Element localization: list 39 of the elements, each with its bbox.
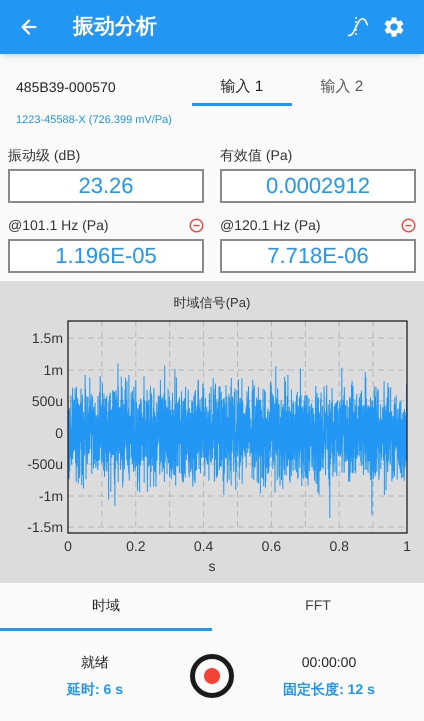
reading-label: @120.1 Hz (Pa) [220, 216, 321, 235]
elapsed-time: 00:00:00 [302, 652, 356, 672]
input-tab[interactable]: 输入 2 [292, 72, 392, 106]
remove-icon[interactable] [189, 218, 204, 233]
x-tick-label: 0 [64, 538, 72, 554]
x-tick-label: 0.2 [126, 538, 146, 554]
x-tick-label: 0.8 [329, 538, 349, 554]
reading-label: @101.1 Hz (Pa) [8, 216, 109, 235]
y-tick-label: 500u [32, 392, 63, 408]
y-tick-label: -1.5m [27, 518, 63, 534]
view-tab[interactable]: 时域 [0, 582, 212, 630]
sensor-serial: 485B39-000570 [16, 78, 117, 97]
y-tick-label: 1m [44, 362, 63, 378]
reading-value: 0.0002912 [220, 168, 416, 202]
x-tick-label: 0.4 [194, 538, 214, 554]
reading-value: 23.26 [8, 168, 204, 202]
y-tick-label: -1m [38, 488, 63, 504]
input-tab[interactable]: 输入 1 [192, 72, 292, 106]
reading-value: 7.718E-06 [220, 238, 416, 272]
chart-title: 时域信号(Pa) [174, 294, 250, 310]
view-tab[interactable]: FFT [212, 582, 424, 630]
y-tick-label: 1.5m [32, 330, 63, 346]
x-tick-label: 0.6 [262, 538, 282, 554]
calibration-text: 1223-45588-X (726.399 mV/Pa) [15, 113, 173, 128]
app-title: 振动分析 [73, 14, 157, 40]
reading-label: 有效值 (Pa) [220, 146, 292, 165]
status-text: 就绪 [81, 652, 109, 672]
fixed-length-text: 固定长度: 12 s [283, 680, 375, 699]
waveform-cursor-icon[interactable] [346, 15, 370, 39]
reading-value: 1.196E-05 [8, 238, 204, 272]
record-button[interactable] [190, 654, 234, 698]
y-tick-label: 0 [55, 424, 63, 440]
x-tick-label: 1 [403, 538, 411, 554]
delay-text: 延时: 6 s [66, 680, 123, 699]
reading-label: 振动级 (dB) [8, 146, 80, 165]
settings-icon[interactable] [382, 15, 406, 39]
y-tick-label: -500u [27, 456, 63, 472]
x-axis-label: s [208, 558, 216, 574]
remove-icon[interactable] [401, 218, 416, 233]
